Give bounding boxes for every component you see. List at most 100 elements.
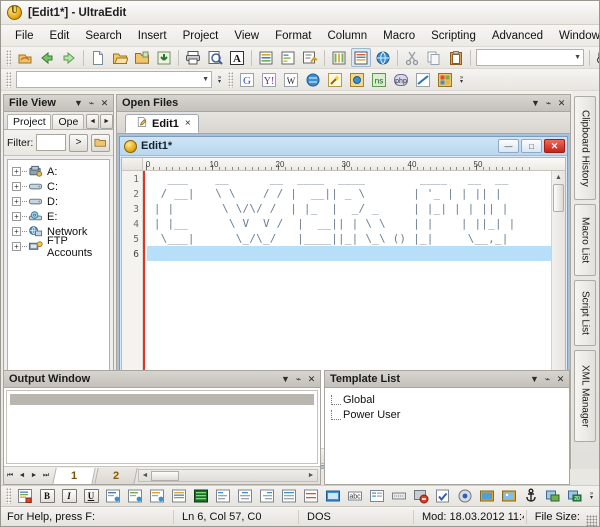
list-box-icon[interactable] <box>389 487 409 506</box>
copy-icon[interactable] <box>424 48 444 67</box>
dropdown-icon[interactable]: ▼ <box>279 373 292 386</box>
background-color-icon[interactable] <box>191 487 211 506</box>
heading1-icon[interactable] <box>103 487 123 506</box>
paste-icon[interactable] <box>446 48 466 67</box>
cut-icon[interactable] <box>402 48 422 67</box>
column-mode-icon[interactable] <box>329 48 349 67</box>
close-icon[interactable]: × <box>185 118 191 129</box>
menu-project[interactable]: Project <box>175 28 227 44</box>
horizontal-rule-icon[interactable] <box>411 487 431 506</box>
pin-icon[interactable]: ⌁ <box>292 373 305 386</box>
pin-icon[interactable]: ⌁ <box>541 373 554 386</box>
mailto-icon[interactable]: 20 <box>565 487 585 506</box>
rail-tab-clipboard-history[interactable]: Clipboard History <box>574 96 596 200</box>
menu-macro[interactable]: Macro <box>375 28 423 44</box>
wikipedia-search-icon[interactable]: W <box>281 70 301 89</box>
rail-tab-macro-list[interactable]: Macro List <box>574 204 596 276</box>
dropdown-icon[interactable]: ▼ <box>529 97 542 110</box>
back-arrow-icon[interactable] <box>37 48 57 67</box>
tab-prev-button[interactable]: ◄ <box>86 114 99 129</box>
filter-go-button[interactable]: > <box>69 134 88 152</box>
expand-icon[interactable]: + <box>12 197 21 206</box>
find-combo[interactable]: ▼ <box>476 49 584 66</box>
output-text-area[interactable] <box>6 390 318 464</box>
toolbar-grip[interactable] <box>6 50 11 66</box>
bold-icon[interactable]: B <box>37 487 57 506</box>
tree-node-d[interactable]: + D: <box>12 194 109 209</box>
tree-node-ftp[interactable]: + FTP Accounts <box>12 239 109 254</box>
menu-scripting[interactable]: Scripting <box>423 28 484 44</box>
first-page-icon[interactable]: ⏮ <box>4 472 16 480</box>
paragraph-icon[interactable] <box>169 487 189 506</box>
expand-icon[interactable]: + <box>12 212 21 221</box>
output-tab-1[interactable]: 1 <box>52 468 95 484</box>
checkbox-icon[interactable] <box>455 487 475 506</box>
output-window-body[interactable] <box>4 388 320 466</box>
no-entry-icon[interactable] <box>433 487 453 506</box>
document-tab-edit1[interactable]: Edit1 × <box>125 114 199 133</box>
drive-tree[interactable]: + A: + C: + <box>7 159 110 385</box>
pin-icon[interactable]: ⌁ <box>542 97 555 110</box>
dictionary-icon[interactable] <box>303 70 323 89</box>
align-left-icon[interactable] <box>213 487 233 506</box>
outdent-icon[interactable] <box>323 487 343 506</box>
scrollbar-thumb[interactable] <box>151 471 179 481</box>
output-hscrollbar[interactable]: ◄ ► <box>138 469 318 482</box>
tab-next-button[interactable]: ► <box>100 114 113 129</box>
tree-node-a[interactable]: + A: <box>12 164 109 179</box>
windows-script-icon[interactable] <box>435 70 455 89</box>
open-recent-icon[interactable] <box>15 48 35 67</box>
close-icon[interactable]: ✕ <box>98 97 111 110</box>
tree-node-c[interactable]: + C: <box>12 179 109 194</box>
expand-icon[interactable]: + <box>12 167 21 176</box>
link-icon[interactable] <box>543 487 563 506</box>
menu-window[interactable]: Window <box>551 28 600 44</box>
menu-edit[interactable]: Edit <box>42 28 78 44</box>
toolbar-grip[interactable] <box>6 488 11 504</box>
next-page-icon[interactable]: ► <box>28 472 40 479</box>
menu-format[interactable]: Format <box>267 28 319 44</box>
close-icon[interactable]: ✕ <box>555 97 568 110</box>
yahoo-search-icon[interactable]: Y! <box>259 70 279 89</box>
heading2-icon[interactable] <box>125 487 145 506</box>
magic-wand-icon[interactable] <box>325 70 345 89</box>
template-item-power-user[interactable]: Power User <box>325 407 569 422</box>
pin-icon[interactable]: ⌁ <box>85 97 98 110</box>
minimize-button[interactable]: — <box>498 139 519 153</box>
menu-view[interactable]: View <box>226 28 267 44</box>
align-right-icon[interactable] <box>257 487 277 506</box>
scroll-left-arrow-icon[interactable]: ◄ <box>139 472 151 479</box>
toolbar-grip[interactable] <box>228 72 233 88</box>
dropdown-icon[interactable]: ▼ <box>72 97 85 110</box>
menu-insert[interactable]: Insert <box>130 28 175 44</box>
window-resize-grip[interactable] <box>586 515 597 526</box>
tab-project[interactable]: Project <box>7 114 51 129</box>
prev-page-icon[interactable]: ◄ <box>16 472 28 479</box>
align-justify-icon[interactable] <box>279 487 299 506</box>
font-icon[interactable]: A <box>227 48 247 67</box>
radio-button-icon[interactable] <box>477 487 497 506</box>
php-icon[interactable]: php <box>391 70 411 89</box>
print-icon[interactable] <box>183 48 203 67</box>
expand-icon[interactable]: + <box>12 227 21 236</box>
close-icon[interactable]: ✕ <box>554 373 567 386</box>
rail-tab-xml-manager[interactable]: XML Manager <box>574 350 596 442</box>
javascript-icon[interactable] <box>413 70 433 89</box>
menu-search[interactable]: Search <box>77 28 129 44</box>
heading3-icon[interactable] <box>147 487 167 506</box>
scroll-up-arrow-icon[interactable]: ▲ <box>552 171 565 184</box>
dropdown-icon[interactable]: ▼ <box>528 373 541 386</box>
template-list-body[interactable]: Global Power User <box>325 388 569 484</box>
spellcheck-icon[interactable] <box>300 48 320 67</box>
open-folder-icon[interactable] <box>132 48 152 67</box>
filter-input[interactable] <box>36 134 66 151</box>
image-icon[interactable] <box>499 487 519 506</box>
form-field-icon[interactable]: abc <box>345 487 365 506</box>
web-browser-icon[interactable] <box>373 48 393 67</box>
vbscript-icon[interactable]: ns <box>369 70 389 89</box>
hex-edit-icon[interactable] <box>351 48 371 67</box>
menu-advanced[interactable]: Advanced <box>484 28 551 44</box>
last-page-icon[interactable]: ⏭ <box>40 472 52 480</box>
anchor-icon[interactable] <box>521 487 541 506</box>
toolbar-overflow-chevron-icon[interactable]: »▾ <box>456 72 467 88</box>
